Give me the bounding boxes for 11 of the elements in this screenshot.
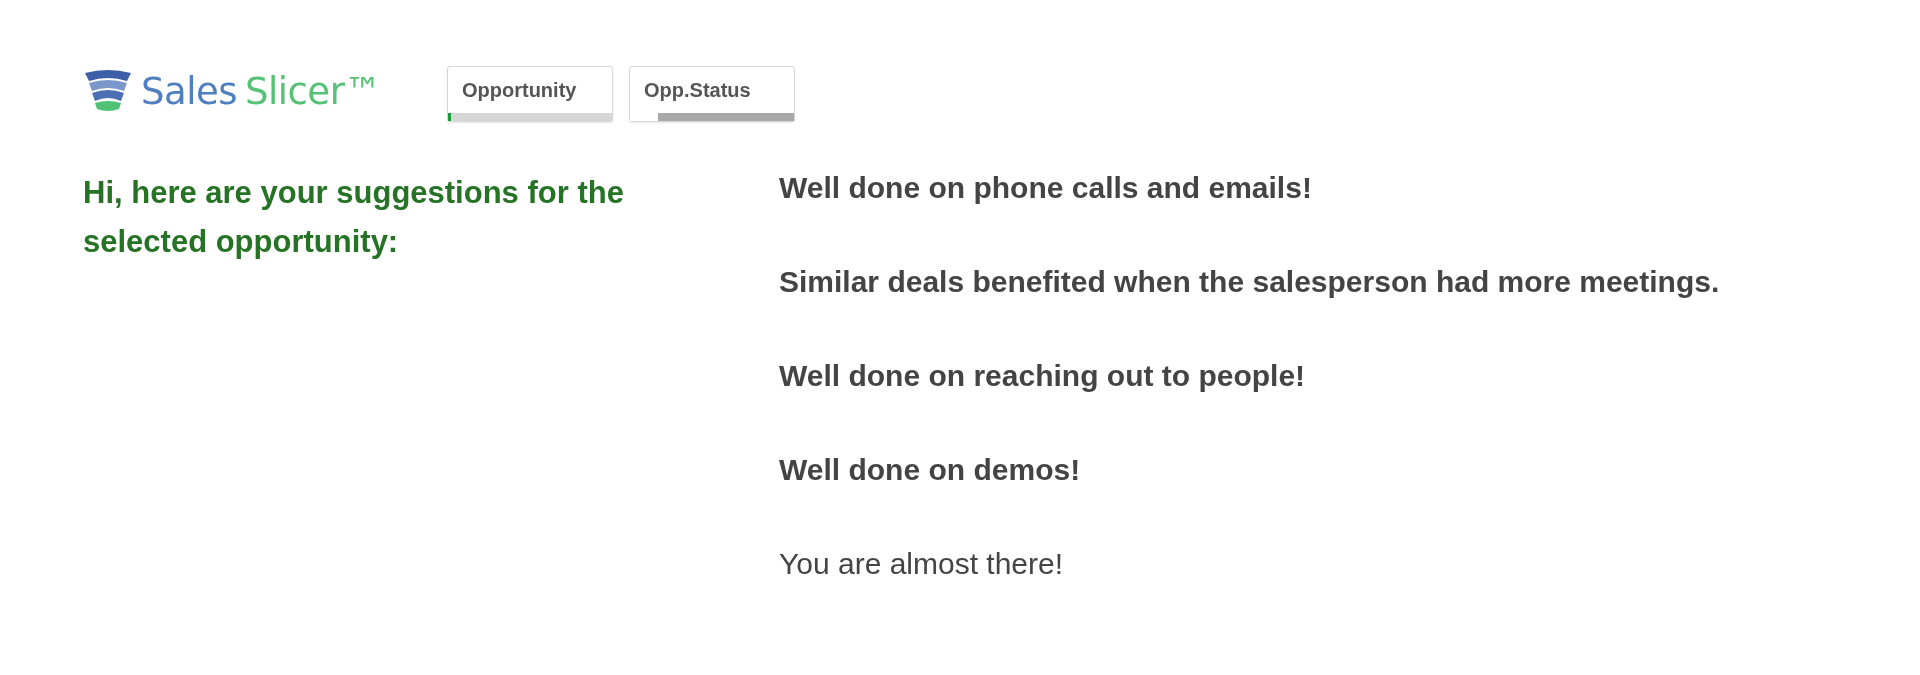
logo-text: Sales bbox=[141, 69, 237, 113]
filter-box[interactable]: Opp.Status bbox=[629, 66, 795, 122]
suggestion-text: Similar deals benefited when the salesperson had more meetings. bbox=[779, 264, 1720, 300]
logo-text: Slicer™ bbox=[245, 69, 381, 113]
suggestion-text: Well done on reaching out to people! bbox=[779, 358, 1307, 394]
greeting-text: Hi, here are your suggestions for the selected opportunity: bbox=[83, 174, 625, 261]
filter-box[interactable]: Opportunity bbox=[447, 66, 613, 122]
suggestion-text: You are almost there! bbox=[779, 546, 1065, 582]
suggestion-text: Well done on phone calls and emails! bbox=[779, 170, 1313, 206]
logo-icon bbox=[83, 69, 133, 113]
suggestion-text: Well done on demos! bbox=[779, 452, 1082, 488]
